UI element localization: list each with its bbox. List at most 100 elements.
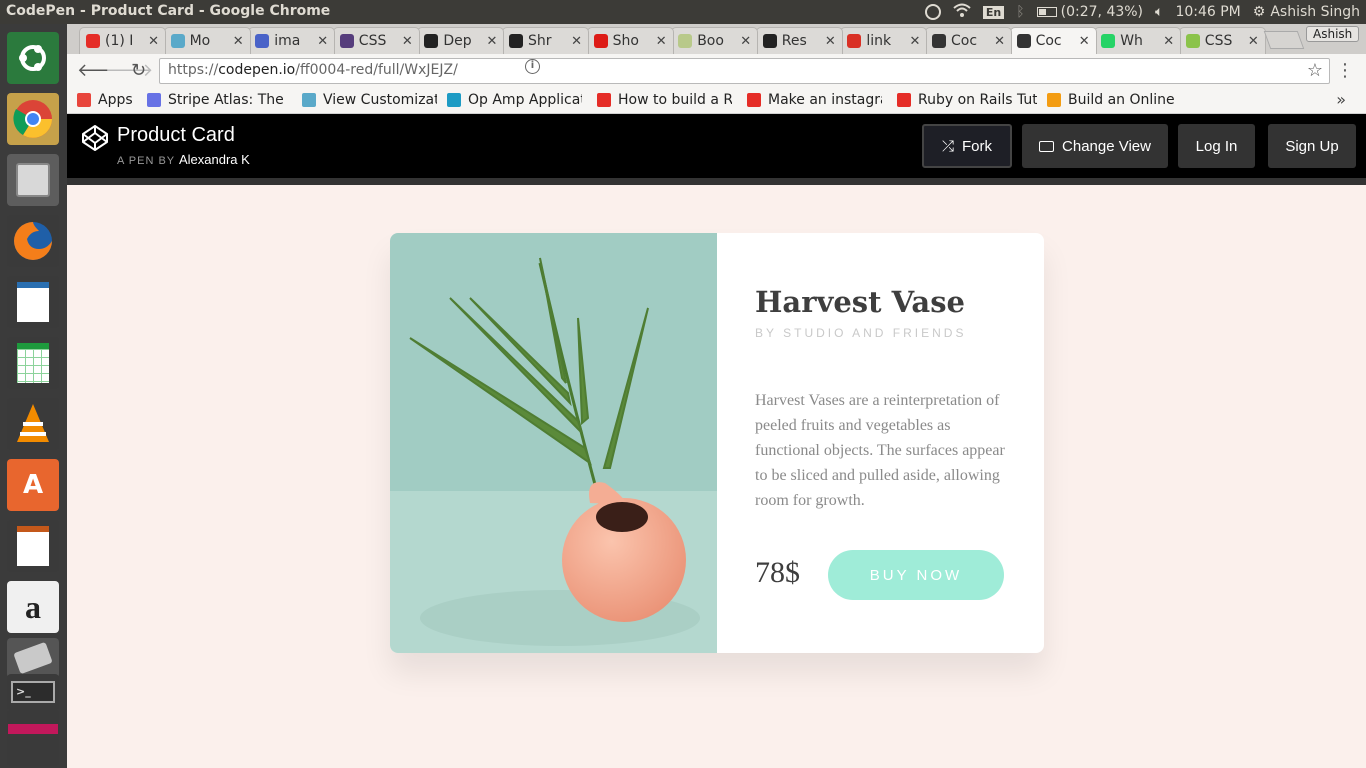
pen-title: Product Card (117, 124, 235, 146)
libreoffice-impress-icon[interactable] (7, 520, 59, 572)
tab-title: Dep (443, 33, 472, 49)
close-tab-icon[interactable]: ✕ (148, 34, 159, 49)
close-tab-icon[interactable]: ✕ (1248, 34, 1259, 49)
browser-menu-icon[interactable]: ⋮ (1336, 60, 1354, 81)
profile-button[interactable]: Ashish (1306, 26, 1360, 42)
fork-label: Fork (962, 137, 992, 155)
close-tab-icon[interactable]: ✕ (486, 34, 497, 49)
youtube-icon (747, 93, 761, 107)
close-tab-icon[interactable]: ✕ (571, 34, 582, 49)
window-title: CodePen - Product Card - Google Chrome (6, 3, 331, 19)
bookmark-item[interactable]: Ruby on Rails Tut (897, 92, 1037, 108)
stripe-icon (147, 93, 161, 107)
tab-title: (1) I (105, 33, 134, 49)
bootstrap-icon (339, 34, 354, 48)
change-view-button[interactable]: Change View (1022, 124, 1168, 168)
bookmark-item[interactable]: Stripe Atlas: The (147, 92, 287, 108)
bookmarks-overflow-button[interactable]: » (1336, 90, 1346, 109)
browser-tab[interactable]: Sho ✕ (586, 27, 674, 54)
libreoffice-calc-icon[interactable] (7, 337, 59, 389)
keyboard-layout-indicator[interactable]: En (982, 5, 1005, 19)
close-tab-icon[interactable]: ✕ (994, 34, 1005, 49)
libreoffice-draw-icon[interactable] (7, 276, 59, 328)
tab-title: Sho (612, 33, 639, 49)
terminal-icon[interactable]: >_ (7, 674, 59, 710)
volume-icon[interactable]: 🔈︎ (1155, 4, 1163, 20)
close-tab-icon[interactable]: ✕ (825, 34, 836, 49)
close-tab-icon[interactable]: ✕ (909, 34, 920, 49)
reload-icon[interactable]: ↻ (131, 60, 146, 81)
apps-grid-icon (77, 93, 91, 107)
browser-tab[interactable]: ima ✕ (248, 27, 336, 54)
software-center-icon[interactable]: A (7, 459, 59, 511)
bookmark-item[interactable]: Build an Online S (1047, 92, 1177, 108)
tab-title: Boo (697, 33, 724, 49)
codepen-logo-icon[interactable] (81, 124, 109, 152)
clock[interactable]: 10:46 PM (1175, 4, 1240, 20)
close-tab-icon[interactable]: ✕ (402, 34, 413, 49)
browser-tab[interactable]: Boo ✕ (671, 27, 759, 54)
firefox-icon[interactable] (7, 215, 59, 267)
new-tab-button[interactable] (1263, 31, 1305, 49)
bluetooth-icon[interactable]: ᛒ (1016, 4, 1024, 20)
product-image (390, 233, 717, 653)
browser-tab[interactable]: Res ✕ (755, 27, 843, 54)
browser-tab[interactable]: (1) I ✕ (79, 27, 166, 54)
chrome-icon[interactable] (7, 93, 59, 145)
site-info-icon[interactable]: i (525, 59, 540, 74)
bookmark-label: Make an instagra (768, 92, 882, 108)
electronics-icon (447, 93, 461, 107)
product-title: Harvest Vase (755, 285, 965, 319)
bookmark-label: Op Amp Applicat (468, 92, 582, 108)
buy-now-button[interactable]: BUY NOW (828, 550, 1004, 600)
youtube-icon (86, 34, 100, 48)
close-tab-icon[interactable]: ✕ (317, 34, 328, 49)
whatsapp-icon (1101, 34, 1116, 48)
wifi-icon[interactable] (953, 3, 971, 21)
github-icon (762, 34, 777, 48)
browser-tab[interactable]: Coc ✕ (1009, 27, 1097, 54)
youtube-icon (597, 93, 611, 107)
bookmark-item[interactable]: How to build a R (597, 92, 732, 108)
bookmark-item[interactable]: Apps (77, 92, 139, 108)
close-tab-icon[interactable]: ✕ (656, 34, 667, 49)
close-tab-icon[interactable]: ✕ (740, 34, 751, 49)
pen-author-link[interactable]: Alexandra K (179, 152, 250, 167)
css-tricks-icon (1185, 34, 1200, 48)
signup-button[interactable]: Sign Up (1268, 124, 1356, 168)
close-tab-icon[interactable]: ✕ (1163, 34, 1174, 49)
battery-indicator[interactable]: (0:27, 43%) (1036, 4, 1143, 20)
bookmark-item[interactable]: Op Amp Applicat (447, 92, 582, 108)
chrome-tray-icon[interactable] (924, 4, 941, 20)
tab-title: Wh (1120, 33, 1143, 49)
ubuntu-dash-icon[interactable] (7, 32, 59, 84)
close-tab-icon[interactable]: ✕ (233, 34, 244, 49)
vlc-icon[interactable] (7, 398, 59, 450)
browser-tab[interactable]: Dep ✕ (417, 27, 505, 54)
bookmark-item[interactable]: View Customizat (302, 92, 437, 108)
settings-icon[interactable] (7, 638, 59, 678)
session-menu[interactable]: ⚙ Ashish Singh (1253, 4, 1360, 20)
browser-tab[interactable]: Shr ✕ (502, 27, 589, 54)
bookmark-item[interactable]: Make an instagra (747, 92, 882, 108)
login-button[interactable]: Log In (1178, 124, 1255, 168)
tab-title: Res (781, 33, 807, 49)
battery-icon (1036, 7, 1057, 17)
app-stack-icon[interactable] (7, 710, 59, 766)
product-subtitle: BY STUDIO AND FRIENDS (755, 326, 967, 340)
browser-tab[interactable]: Coc ✕ (925, 27, 1012, 54)
browser-tab[interactable]: Mo ✕ (163, 27, 251, 54)
gear-icon: ⚙ (1252, 4, 1266, 20)
browser-tab[interactable]: link ✕ (840, 27, 928, 54)
address-bar[interactable]: i https://codepen.io/ff0004-red/full/WxJE… (159, 58, 1330, 84)
files-icon[interactable] (7, 154, 59, 206)
browser-tab[interactable]: Wh ✕ (1094, 27, 1182, 54)
amazon-icon[interactable]: a (7, 581, 59, 633)
view-icon (1039, 140, 1055, 152)
bookmark-star-icon[interactable]: ☆ (1307, 60, 1323, 81)
browser-tab[interactable]: CSS ✕ (1178, 27, 1266, 54)
url-host: codepen.io (218, 62, 296, 78)
browser-tab[interactable]: CSS ✕ (332, 27, 420, 54)
close-tab-icon[interactable]: ✕ (1079, 34, 1090, 49)
fork-button[interactable]: ⤮ Fork (922, 124, 1012, 168)
